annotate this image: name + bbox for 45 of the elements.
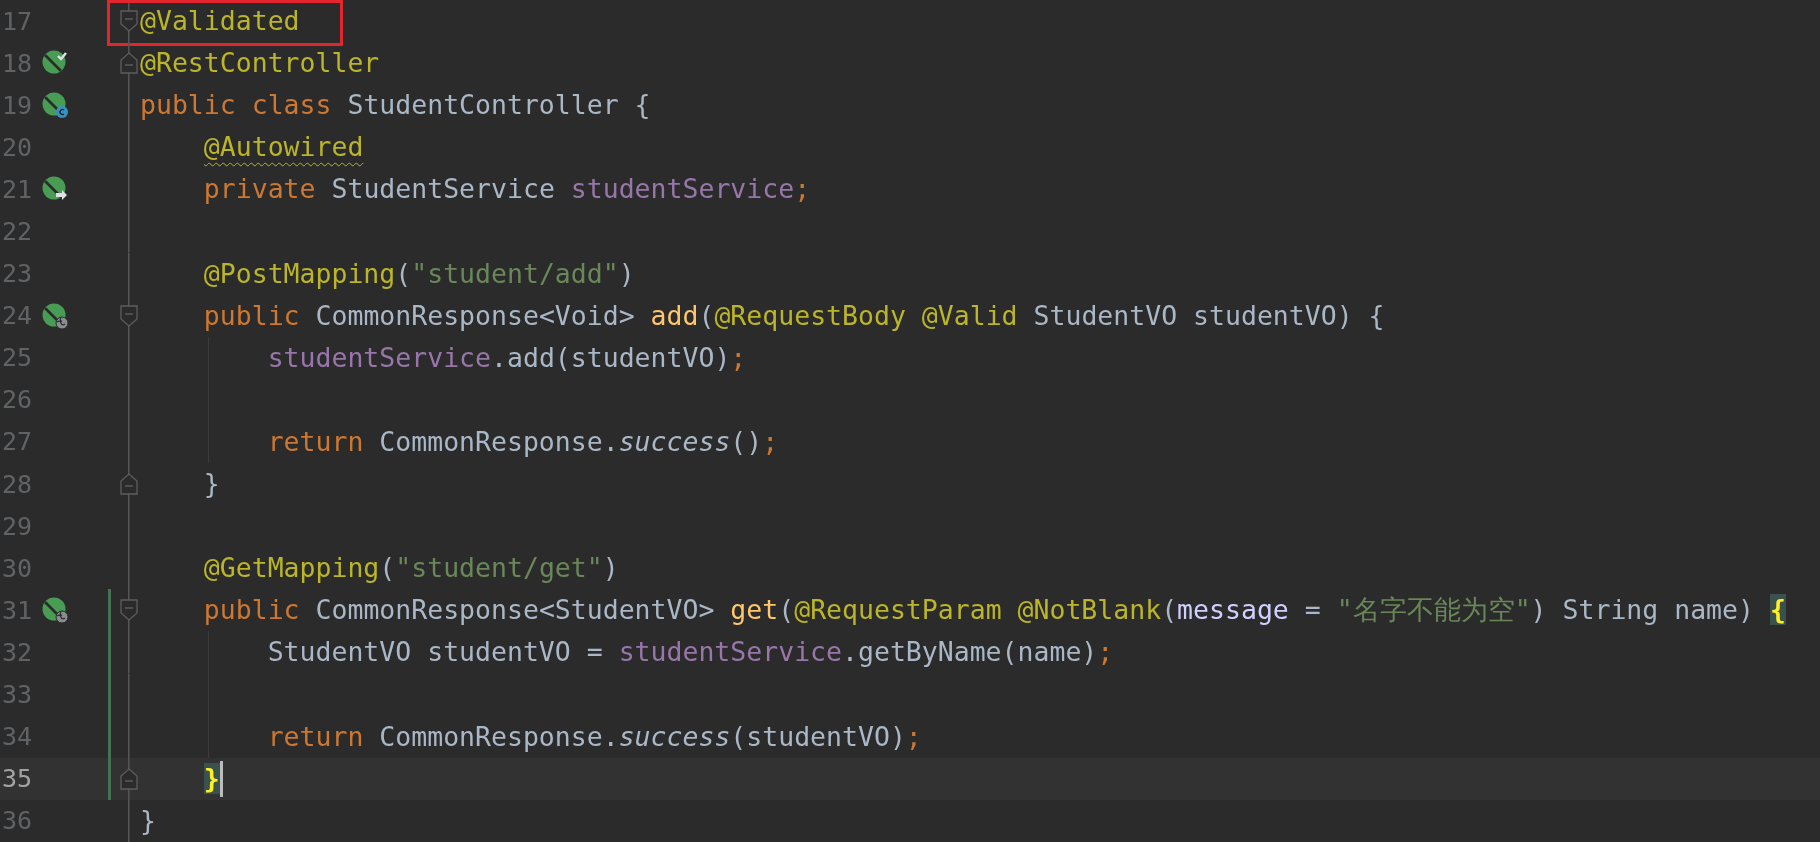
line-number: 17 [1, 6, 34, 36]
line-number: 32 [1, 637, 34, 667]
line-number: 18 [1, 48, 34, 78]
line-number: 26 [1, 385, 34, 415]
code-line: studentService.add(studentVO); [266, 340, 747, 375]
code-line: public CommonResponse<StudentVO> get(@RequestParam @NotBlank(message = "名字不能为空") String name) { [202, 593, 1786, 628]
line-number: 21 [1, 174, 34, 204]
fold-marker-icon[interactable] [120, 52, 138, 75]
line-number: 36 [1, 806, 34, 836]
line-number: 34 [1, 722, 34, 752]
code-line: StudentVO studentVO = studentService.getByName(name); [266, 635, 1114, 670]
code-line: @Autowired [202, 130, 364, 165]
line-number: 25 [1, 343, 34, 373]
fold-marker-icon[interactable] [120, 473, 138, 496]
line-number: 28 [1, 469, 34, 499]
code-line: @GetMapping("student/get") [202, 551, 619, 586]
code-line: @Validated [140, 4, 300, 39]
line-number: 27 [1, 427, 34, 457]
code-line: @PostMapping("student/add") [202, 256, 635, 291]
fold-marker-icon[interactable] [120, 304, 138, 327]
code-line: } [202, 467, 220, 502]
code-line: public class StudentController { [140, 88, 651, 123]
line-number: 33 [1, 680, 34, 710]
code-line: return CommonResponse.success(); [266, 425, 779, 459]
code-line: } [140, 803, 156, 838]
fold-marker-icon[interactable] [120, 767, 138, 790]
line-number: 31 [1, 595, 34, 625]
bean-globe-icon[interactable] [42, 597, 68, 624]
line-number: 20 [1, 132, 34, 162]
code-line: private StudentService studentService; [202, 172, 811, 207]
bean-globe-icon[interactable] [42, 302, 68, 329]
fold-marker-icon[interactable] [120, 10, 138, 33]
code-line: public CommonResponse<Void> add(@RequestBody @Valid StudentVO studentVO) { [202, 298, 1385, 333]
line-number: 19 [1, 90, 34, 120]
code-line: return CommonResponse.success(studentVO); [266, 719, 922, 754]
fold-marker-icon[interactable] [120, 599, 138, 622]
line-number: 30 [1, 553, 34, 583]
text-caret [219, 760, 223, 797]
line-number: 23 [1, 259, 34, 289]
bean-class-icon[interactable] [42, 92, 68, 119]
line-number: 35 [1, 764, 34, 794]
line-number: 24 [1, 301, 34, 331]
line-number: 29 [1, 511, 34, 541]
line-number: 22 [1, 217, 34, 246]
code-line: @RestController [140, 46, 380, 81]
